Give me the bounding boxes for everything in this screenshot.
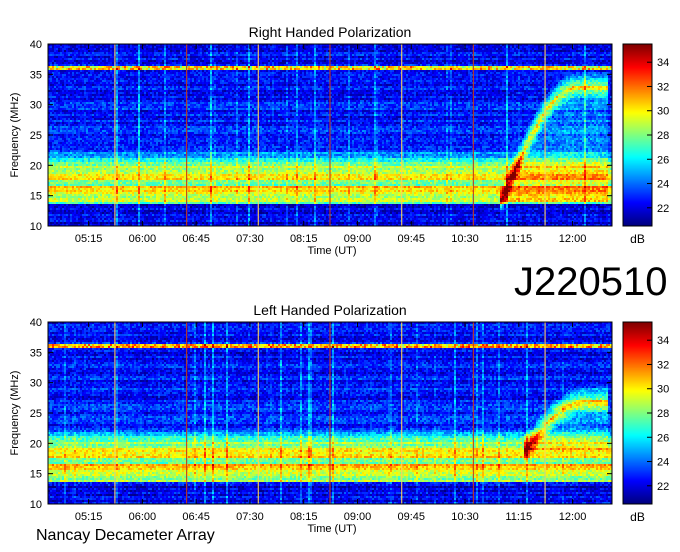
colorbar-tick-label: 34 — [657, 57, 669, 69]
x-tick-label: 12:00 — [559, 511, 587, 523]
colorbar: 22 24 26 28 30 32 34 dB — [622, 43, 669, 246]
colorbar-tick-label: 30 — [657, 384, 669, 396]
x-tick-label: 10:30 — [451, 233, 479, 245]
y-tick-label: 15 — [30, 469, 42, 481]
y-tick-label: 20 — [30, 438, 42, 450]
colorbar-tick-label: 32 — [657, 359, 669, 371]
x-tick-label: 08:15 — [290, 233, 318, 245]
colorbar-tick-label: 28 — [657, 408, 669, 420]
x-tick-label: 05:15 — [75, 511, 103, 523]
x-tick-label: 06:00 — [129, 511, 157, 523]
x-tick-label: 05:15 — [75, 233, 103, 245]
y-axis-label: Frequency (MHz) — [9, 93, 21, 178]
x-tick-label: 09:00 — [344, 233, 372, 245]
y-tick-label: 20 — [30, 160, 42, 172]
footer-label: Nancay Decameter Array — [36, 527, 215, 544]
x-tick-label: 09:00 — [344, 511, 372, 523]
x-tick-label: 08:15 — [290, 511, 318, 523]
x-tick-label: 11:15 — [505, 511, 532, 523]
colorbar-tick-label: 32 — [657, 81, 669, 93]
x-tick-label: 07:30 — [236, 233, 264, 245]
y-tick-label: 25 — [30, 408, 42, 420]
x-tick-label: 10:30 — [451, 511, 479, 523]
colorbar-tick-label: 24 — [657, 179, 669, 191]
colorbar-tick-label: 28 — [657, 130, 669, 142]
colorbar: 22 24 26 28 30 32 34 dB — [622, 321, 669, 524]
colorbar-tick-label: 22 — [657, 203, 669, 215]
y-tick-label: 15 — [30, 191, 42, 203]
y-axis-label: Frequency (MHz) — [9, 371, 21, 456]
x-tick-label: 12:00 — [559, 233, 587, 245]
panel-title: Left Handed Polarization — [253, 302, 406, 318]
x-tick-label: 06:45 — [182, 511, 210, 523]
y-tick-label: 40 — [30, 39, 42, 51]
spectrum-panel-left: Left Handed Polarization 10 15 20 25 30 35 40 Fr… — [9, 302, 669, 535]
y-tick-label: 30 — [30, 378, 42, 390]
y-tick-label: 25 — [30, 130, 42, 142]
colorbar-tick-label: 30 — [657, 106, 669, 118]
spectrum-panel-right: Right Handed Polarization 10 15 20 25 30 35 40 F… — [9, 24, 669, 257]
x-axis-label: Time (UT) — [307, 245, 356, 257]
x-tick-label: 09:45 — [397, 233, 425, 245]
panel-title: Right Handed Polarization — [249, 24, 412, 40]
colorbar-unit-label: dB — [630, 510, 645, 524]
y-tick-label: 35 — [30, 347, 42, 359]
colorbar-tick-label: 24 — [657, 457, 669, 469]
y-tick-label: 10 — [30, 221, 42, 233]
x-tick-label: 07:30 — [236, 511, 264, 523]
y-tick-label: 30 — [30, 100, 42, 112]
colorbar-tick-label: 26 — [657, 154, 669, 166]
x-tick-label: 06:00 — [129, 233, 157, 245]
colorbar-tick-label: 22 — [657, 481, 669, 493]
x-tick-label: 09:45 — [397, 511, 425, 523]
y-tick-label: 40 — [30, 317, 42, 329]
colorbar-unit-label: dB — [630, 232, 645, 246]
x-axis-label: Time (UT) — [307, 523, 356, 535]
y-tick-label: 10 — [30, 499, 42, 511]
colorbar-tick-label: 34 — [657, 335, 669, 347]
colorbar-tick-label: 26 — [657, 432, 669, 444]
x-tick-label: 11:15 — [505, 233, 532, 245]
x-tick-label: 06:45 — [182, 233, 210, 245]
observation-id: J220510 — [514, 260, 668, 304]
y-tick-label: 35 — [30, 69, 42, 81]
